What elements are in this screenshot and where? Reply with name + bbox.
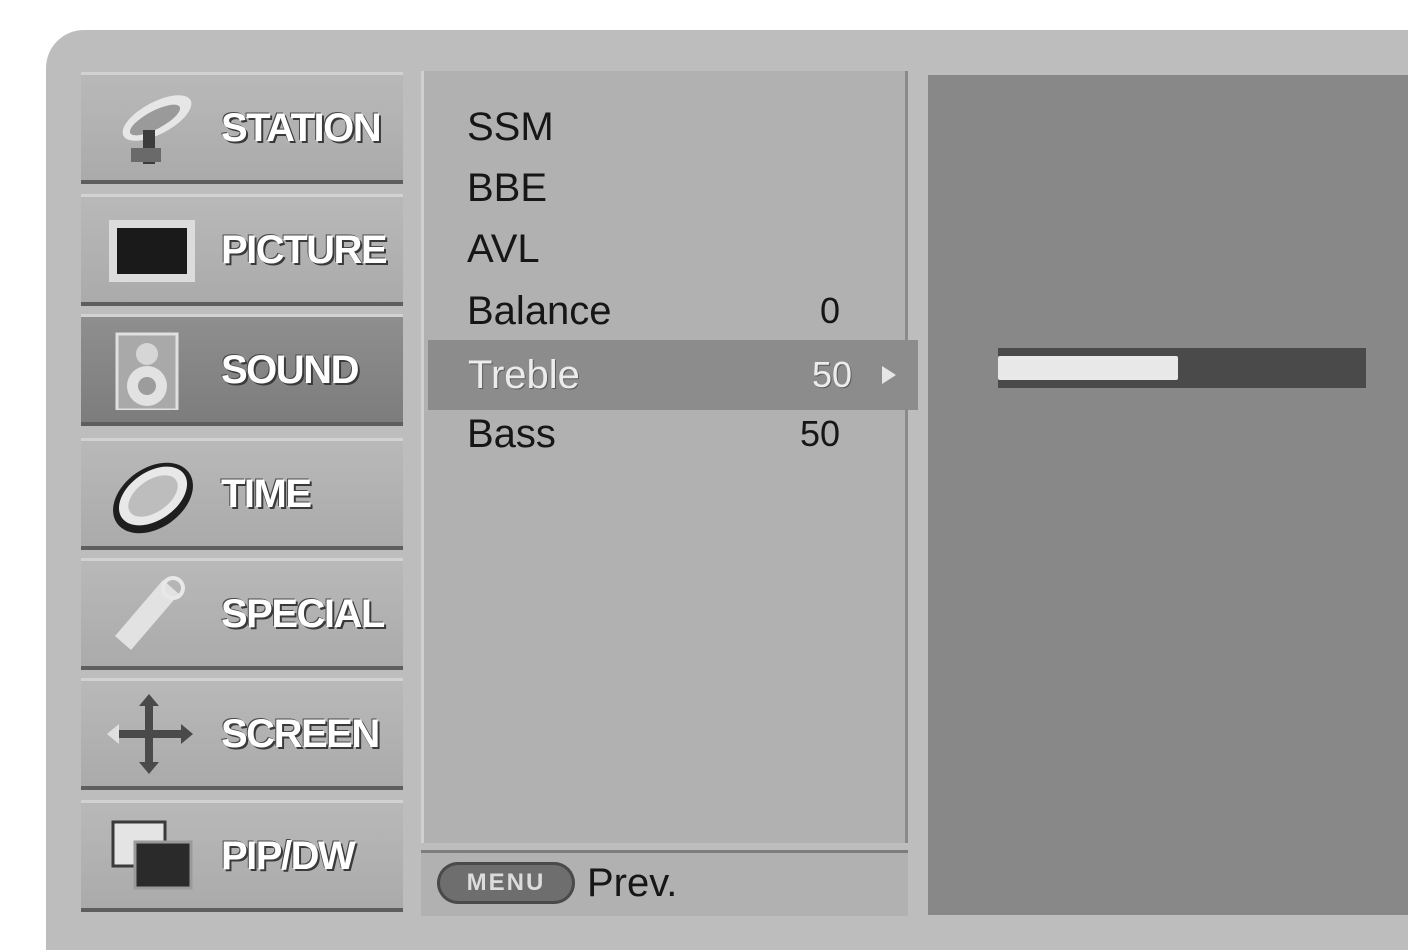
move-arrows-icon [107,694,193,774]
submenu-footer: MENU Prev. [421,850,908,916]
submenu-item-value: 50 [811,354,852,395]
submenu-item-bbe[interactable]: BBE [421,157,908,219]
submenu-item-avl[interactable]: AVL [421,218,908,280]
nav-item-station[interactable]: STATION [81,72,403,184]
adjust-panel [928,75,1408,915]
submenu-item-value: 0 [819,290,840,331]
submenu-item-ssm[interactable]: SSM [421,96,908,158]
nav-item-special[interactable]: SPECIAL [81,558,403,670]
submenu-item-bass[interactable]: Bass 50 [421,403,908,465]
menu-key-button[interactable]: MENU [437,862,575,904]
nav-item-time[interactable]: TIME [81,438,403,550]
treble-slider-fill [998,356,1178,380]
pip-windows-icon [111,820,193,890]
tv-screen-icon [109,220,195,282]
nav-item-pip-dw[interactable]: PIP/DW [81,800,403,912]
submenu-item-treble[interactable]: Treble 50 [428,340,918,410]
key-tag-icon [115,576,185,650]
nav-label: SPECIAL [221,591,385,636]
nav-label: PICTURE [221,227,388,272]
nav-label: PIP/DW [221,833,356,878]
clock-icon [113,462,193,534]
frame-bottom [76,916,1408,937]
treble-slider[interactable] [998,348,1366,388]
nav-item-sound[interactable]: SOUND [81,314,403,426]
submenu-item-label: Balance [467,289,612,333]
submenu-item-balance[interactable]: Balance 0 [421,280,908,342]
nav-label: SOUND [221,347,359,392]
submenu-item-label: BBE [467,166,548,210]
satellite-dish-icon [122,95,192,164]
submenu-item-label: AVL [467,227,540,271]
submenu-item-label: Treble [468,353,580,397]
nav-label: TIME [221,471,312,516]
submenu-item-value: 50 [799,413,840,454]
speaker-icon [115,332,179,410]
prev-label: Prev. [587,861,678,905]
submenu-item-label: Bass [467,412,556,456]
nav-label: SCREEN [221,711,380,756]
submenu-item-label: SSM [467,105,554,149]
nav-label: STATION [221,105,382,150]
nav-item-screen[interactable]: SCREEN [81,678,403,790]
nav-item-picture[interactable]: PICTURE [81,194,403,306]
right-arrow-icon [882,366,896,384]
